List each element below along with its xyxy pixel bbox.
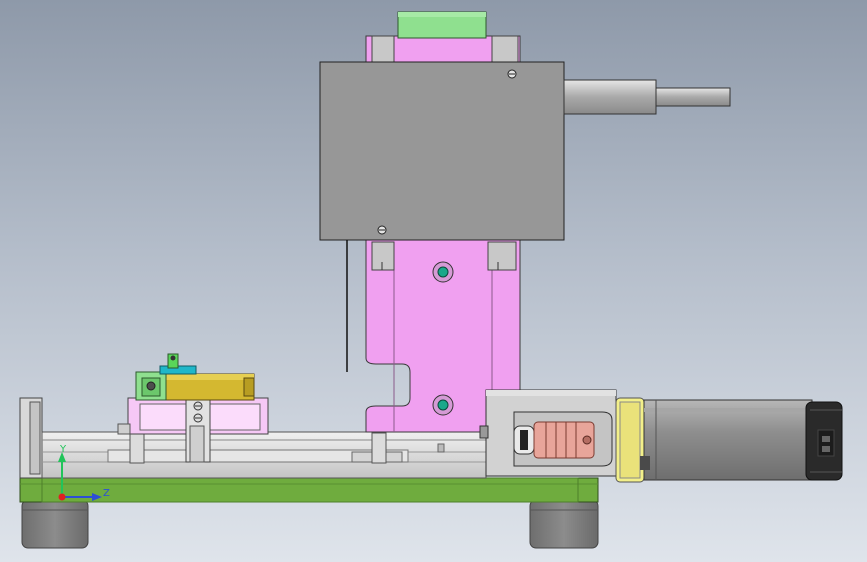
right-foot (529, 499, 599, 549)
gold-clamp (163, 373, 255, 401)
axis-z-label: Z (103, 488, 110, 499)
motor-flange (615, 397, 645, 483)
linear-rail (41, 431, 487, 479)
top-green-block (397, 11, 487, 39)
left-foot (21, 499, 89, 549)
cad-viewport[interactable]: Y Z (0, 0, 867, 562)
cad-model-view[interactable]: Y Z (0, 0, 867, 562)
axis-y-label: Y (59, 444, 67, 455)
housing-shaft (563, 79, 731, 115)
shaft-coupling (533, 421, 595, 459)
left-end-plate (19, 397, 43, 479)
servo-motor (640, 399, 843, 481)
gray-housing (319, 61, 565, 241)
